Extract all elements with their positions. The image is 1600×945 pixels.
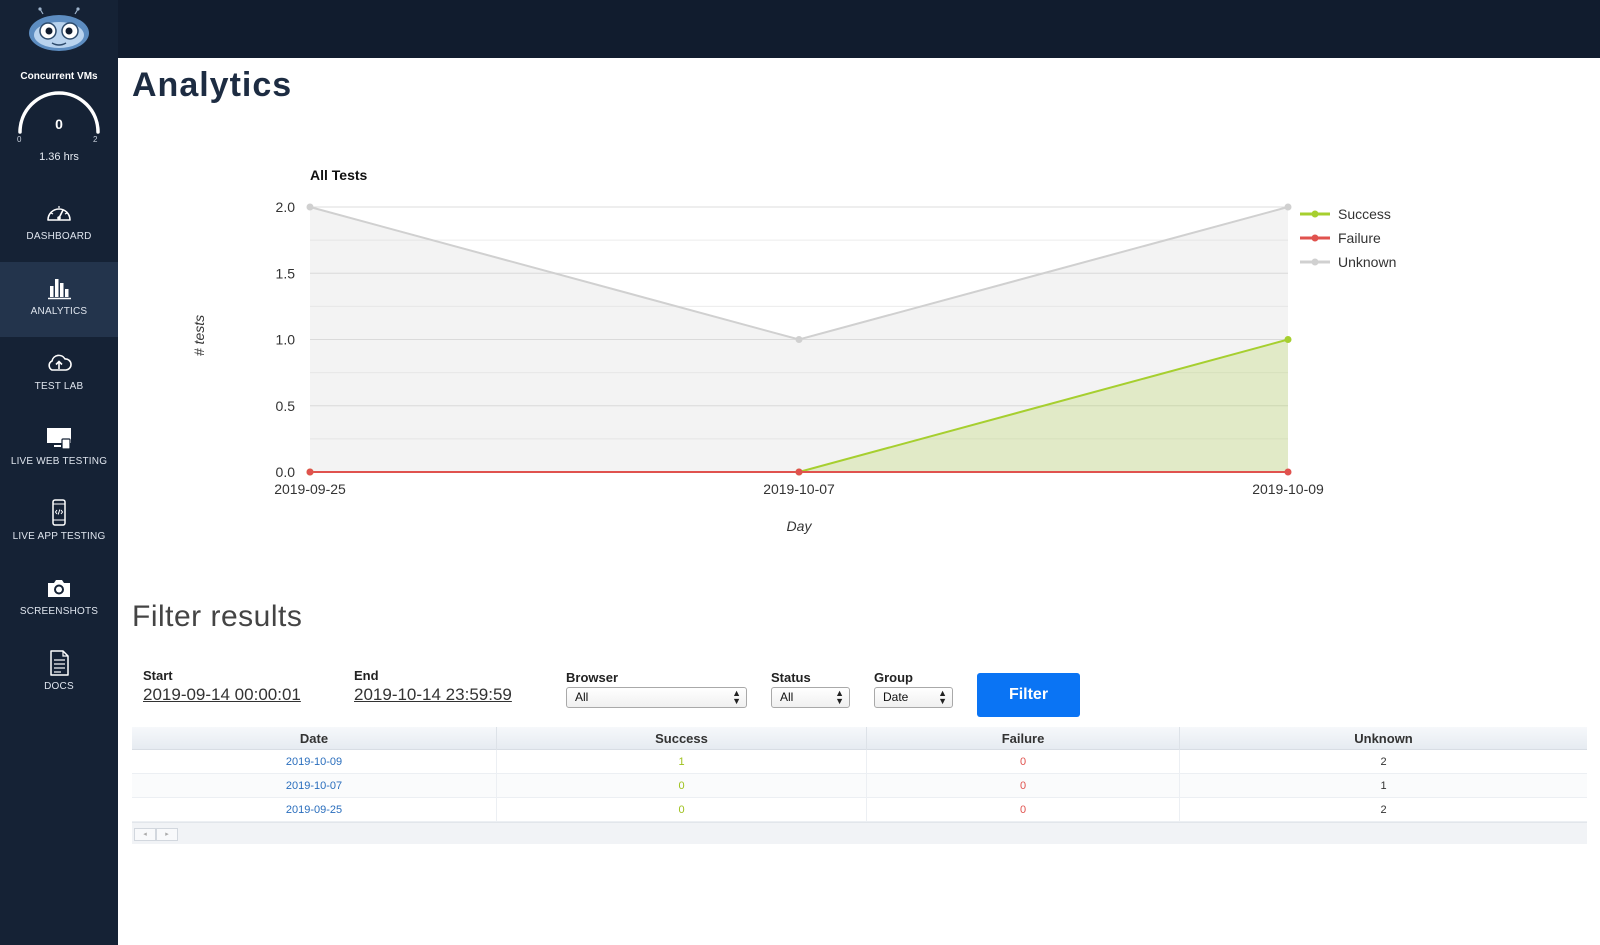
legend-marker-failure: [1311, 234, 1319, 242]
row-failure: 0: [867, 774, 1180, 798]
row-unknown: 2: [1380, 756, 1387, 768]
data-point-failure: [1284, 468, 1292, 476]
row-success: 0: [497, 774, 867, 798]
gauge-min: 0: [17, 135, 22, 144]
select-arrows-icon: ▲ ▼: [938, 688, 947, 706]
y-tick-label: 1.5: [276, 265, 296, 281]
sidebar-item-screenshots[interactable]: SCREENSHOTS: [0, 562, 118, 637]
gauge-hours: 1.36 hrs: [39, 151, 79, 163]
concurrent-vms-title: Concurrent VMs: [20, 71, 98, 82]
status-select-value: All: [780, 690, 794, 704]
sidebar-item-label: DOCS: [44, 681, 74, 692]
all-tests-chart: All Tests 0.0 0.5 1.0 1.5 2.0 2019-09-25 2019-1…: [191, 167, 1396, 534]
chart-title: All Tests: [310, 167, 368, 183]
x-tick-label: 2019-10-07: [763, 481, 835, 497]
bar-chart-icon: [48, 279, 71, 300]
row-date-link[interactable]: 2019-10-07: [132, 774, 497, 798]
table-header: Date Success Failure Unknown: [132, 727, 1587, 750]
cloud-upload-icon: [48, 354, 72, 371]
legend-label-unknown: Unknown: [1338, 254, 1396, 270]
document-icon: [50, 650, 69, 676]
data-point-failure: [795, 468, 803, 476]
sidebar: Concurrent VMs 0 0 2 1.36 hrs DASHBOARD: [0, 0, 118, 945]
phone-code-icon: [52, 499, 66, 526]
table-row: 2019-09-25 0 0 2: [132, 798, 1587, 822]
results-table: Date Success Failure Unknown 2019-10-09 …: [132, 727, 1587, 844]
data-point-unknown: [306, 203, 314, 211]
filter-button[interactable]: Filter: [977, 673, 1080, 717]
gauge-value: 0: [55, 116, 63, 132]
row-date-link[interactable]: 2019-10-09: [132, 750, 497, 774]
group-label: Group: [874, 670, 913, 685]
data-point-unknown: [1284, 203, 1292, 211]
row-failure: 0: [867, 798, 1180, 822]
speedometer-icon: [47, 206, 71, 221]
sidebar-item-dashboard[interactable]: DASHBOARD: [0, 187, 118, 262]
end-date-input[interactable]: 2019-10-14 23:59:59: [354, 685, 512, 705]
sidebar-item-docs[interactable]: DOCS: [0, 637, 118, 712]
y-axis-label: # tests: [191, 315, 207, 356]
sidebar-nav: DASHBOARD ANALYTICS TEST LAB LIVE WEB TE…: [0, 187, 118, 712]
x-tick-label: 2019-09-25: [274, 481, 346, 497]
sidebar-item-live-app-testing[interactable]: LIVE APP TESTING: [0, 487, 118, 562]
browser-select-value: All: [575, 690, 589, 704]
table-row: 2019-10-09 1 0 2: [132, 750, 1587, 774]
column-header-success[interactable]: Success: [497, 727, 867, 750]
sidebar-item-label: SCREENSHOTS: [19, 606, 99, 617]
table-footer: ◂ ▸: [132, 822, 1587, 844]
legend-label-success: Success: [1338, 206, 1391, 222]
legend-marker-unknown: [1311, 258, 1319, 266]
start-label: Start: [143, 668, 173, 683]
select-arrows-icon: ▲ ▼: [835, 688, 844, 706]
browser-label: Browser: [566, 670, 619, 685]
browser-select[interactable]: All ▲ ▼: [566, 687, 747, 708]
y-tick-label: 1.0: [276, 332, 296, 348]
legend-label-failure: Failure: [1338, 230, 1381, 246]
robot-logo-icon[interactable]: [26, 6, 92, 56]
pager-next-button[interactable]: ▸: [156, 828, 178, 841]
table-row: 2019-10-07 0 0 1: [132, 774, 1587, 798]
legend-marker-success: [1311, 210, 1319, 218]
group-select[interactable]: Date ▲ ▼: [874, 687, 953, 708]
sidebar-item-label: DASHBOARD: [26, 231, 92, 242]
row-unknown: 1: [1380, 780, 1387, 792]
select-arrows-icon: ▲ ▼: [732, 688, 741, 706]
row-failure: 0: [867, 750, 1180, 774]
x-tick-label: 2019-10-09: [1252, 481, 1324, 497]
pager-prev-button[interactable]: ◂: [134, 828, 156, 841]
x-axis-label: Day: [787, 518, 813, 534]
table-pager: ◂ ▸: [134, 828, 178, 841]
page-title: Analytics: [132, 66, 293, 104]
row-success: 1: [497, 750, 867, 774]
column-header-unknown[interactable]: Unknown: [1180, 727, 1587, 750]
sidebar-item-label: LIVE APP TESTING: [12, 531, 106, 542]
filter-results-title: Filter results: [132, 600, 303, 633]
sidebar-item-test-lab[interactable]: TEST LAB: [0, 337, 118, 412]
row-success: 0: [497, 798, 867, 822]
sidebar-item-analytics[interactable]: ANALYTICS: [0, 262, 118, 337]
sidebar-item-label: LIVE WEB TESTING: [10, 456, 108, 467]
status-label: Status: [771, 670, 811, 685]
monitor-icon: [47, 428, 71, 450]
group-select-value: Date: [883, 690, 909, 704]
y-tick-label: 0.5: [276, 398, 296, 414]
y-tick-label: 2.0: [276, 199, 296, 215]
sidebar-item-label: ANALYTICS: [30, 306, 88, 317]
data-point-failure: [306, 468, 314, 476]
column-header-failure[interactable]: Failure: [867, 727, 1180, 750]
row-date-link[interactable]: 2019-09-25: [132, 798, 497, 822]
top-bar: [0, 0, 1600, 58]
sidebar-item-label: TEST LAB: [34, 381, 84, 392]
data-point-success: [1284, 336, 1292, 343]
row-unknown: 2: [1380, 804, 1387, 816]
y-tick-label: 0.0: [276, 464, 296, 480]
gauge-max: 2: [93, 135, 98, 144]
start-date-input[interactable]: 2019-09-14 00:00:01: [143, 685, 301, 705]
data-point-unknown: [795, 336, 803, 343]
column-header-date[interactable]: Date: [132, 727, 497, 750]
camera-icon: [48, 580, 70, 597]
end-label: End: [354, 668, 379, 683]
status-select[interactable]: All ▲ ▼: [771, 687, 850, 708]
sidebar-item-live-web-testing[interactable]: LIVE WEB TESTING: [0, 412, 118, 487]
